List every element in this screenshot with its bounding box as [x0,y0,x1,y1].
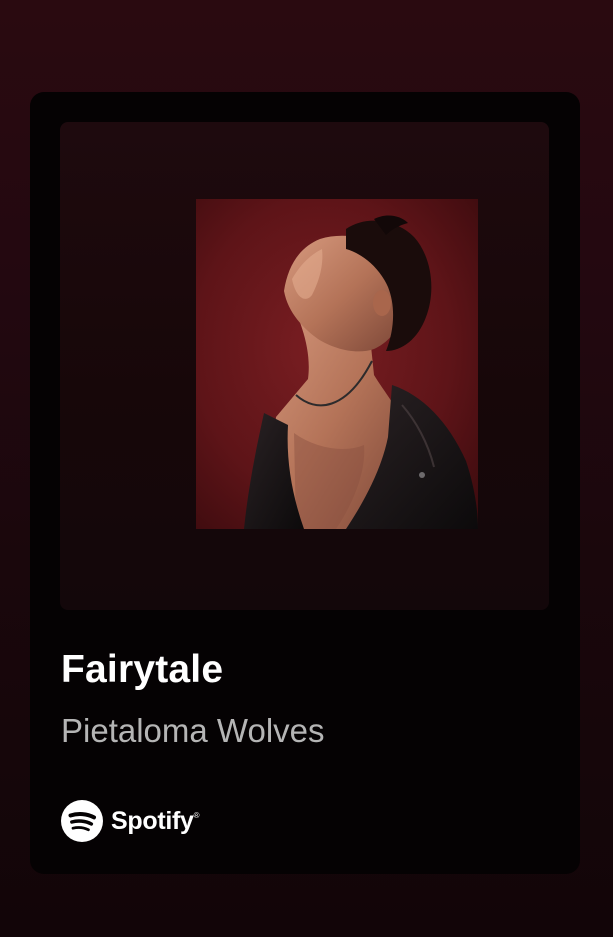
album-cover-image [196,199,478,529]
artist-name: Pietaloma Wolves [61,712,325,749]
track-card[interactable]: Fairytale Pietaloma Wolves Spotify® [30,92,580,874]
track-title: Fairytale [61,648,224,691]
spotify-logo-icon [61,800,103,842]
trademark-mark: ® [193,810,200,820]
spotify-brand-link[interactable]: Spotify® [61,800,200,842]
album-art-frame [60,122,549,610]
spotify-wordmark: Spotify® [111,806,200,835]
